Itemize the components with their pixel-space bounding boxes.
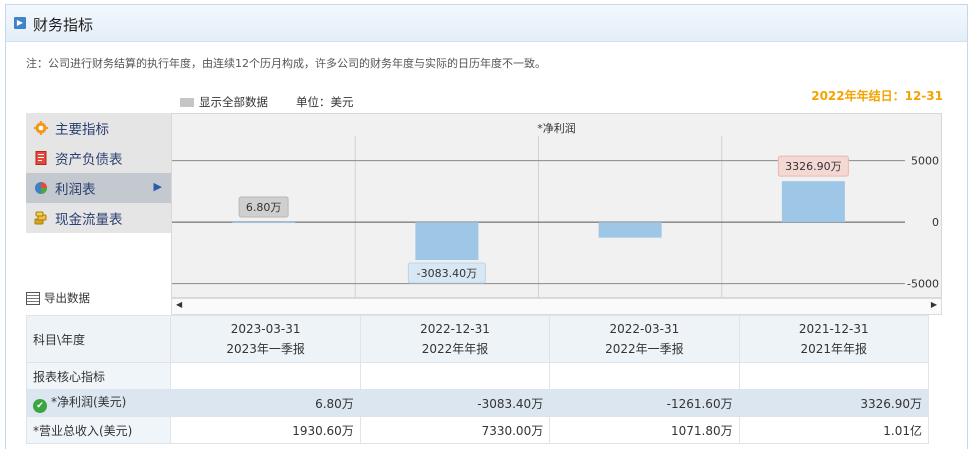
table-header-row: 科目\年度 2023-03-31 2023年一季报 2022-12-31 2022年… — [25, 315, 930, 363]
table-cell: -3083.40万 — [359, 389, 551, 417]
scroll-right-icon[interactable]: ▶ — [931, 300, 937, 309]
sidebar-item-label: 利润表 — [55, 182, 96, 198]
legend-box-icon — [180, 97, 194, 107]
period-type: 2022年年报 — [421, 342, 489, 356]
sidebar-item-income-statement[interactable]: 利润表 ▶ — [26, 173, 171, 203]
check-icon: ✔ — [33, 399, 47, 413]
row-label: *营业总收入(美元) — [25, 416, 172, 444]
chart-scrollbar[interactable]: ◀ ▶ — [171, 298, 942, 315]
data-bar — [781, 181, 845, 223]
pie-chart-icon — [34, 181, 48, 195]
y-tick-label: 5000 — [911, 155, 939, 168]
table-cell: 6.80万 — [170, 389, 361, 417]
empty-cell — [170, 362, 361, 390]
sidebar-item-cash-flow[interactable]: 现金流量表 — [26, 203, 171, 233]
sidebar-item-label: 现金流量表 — [55, 212, 123, 228]
table-section-row: 报表核心指标 — [25, 362, 930, 390]
sidebar-item-label: 主要指标 — [55, 122, 109, 138]
period-date: 2022-12-31 — [420, 322, 490, 336]
data-label: 6.80万 — [246, 201, 282, 214]
period-header: 2023-03-31 2023年一季报 — [170, 315, 361, 363]
period-header: 2021-12-31 2021年年报 — [738, 315, 930, 363]
show-all-data-toggle[interactable]: 显示全部数据 — [180, 94, 268, 110]
data-label: 3326.90万 — [785, 160, 842, 173]
period-header: 2022-03-31 2022年一季报 — [549, 315, 740, 363]
table-corner-header: 科目\年度 — [25, 315, 172, 363]
net-profit-chart: *净利润 5000 0 -5000 6.80万 -3083.40万 3326.90万 — [171, 113, 942, 299]
empty-cell — [738, 362, 930, 390]
table-cell: -1261.60万 — [549, 389, 740, 417]
chart-options: 显示全部数据 单位：美元 — [180, 94, 354, 110]
export-data-button[interactable]: 导出数据 — [26, 290, 90, 306]
y-tick-label: -5000 — [907, 278, 939, 291]
panel-header: ▶ 财务指标 — [6, 5, 967, 42]
row-label-text: *净利润(美元) — [51, 395, 127, 409]
data-bar — [415, 222, 479, 261]
fiscal-note: 注：公司进行财务结算的执行年度，由连续12个历月构成，许多公司的财务年度与实际的… — [26, 57, 546, 70]
table-cell: 1071.80万 — [549, 416, 740, 444]
fiscal-year-end: 2022年年结日：12-31 — [811, 89, 943, 103]
table-cell: 3326.90万 — [738, 389, 930, 417]
sidebar: 主要指标 资产负债表 利润表 ▶ 现金流量表 — [26, 113, 171, 233]
unit-label: 单位：美元 — [296, 95, 354, 109]
period-date: 2021-12-31 — [798, 322, 869, 336]
table-cell: 1930.60万 — [170, 416, 361, 444]
section-label: 报表核心指标 — [25, 362, 172, 390]
document-icon — [34, 151, 48, 165]
table-cell: 7330.00万 — [359, 416, 551, 444]
scroll-left-icon[interactable]: ◀ — [176, 300, 182, 309]
panel-title: 财务指标 — [33, 16, 94, 34]
data-bar — [232, 222, 296, 224]
spreadsheet-icon — [26, 291, 40, 305]
period-type: 2023年一季报 — [226, 342, 305, 356]
chevron-right-icon: ▶ — [153, 180, 162, 193]
row-label: ✔ *净利润(美元) — [25, 389, 172, 417]
chart-svg: 5000 0 -5000 6.80万 -3083.40万 3326.90万 — [172, 136, 939, 299]
table-cell: 1.01亿 — [738, 416, 930, 444]
collapse-arrow-icon[interactable]: ▶ — [14, 17, 26, 29]
export-data-label: 导出数据 — [44, 291, 90, 305]
coins-icon — [34, 211, 48, 225]
period-date: 2023-03-31 — [230, 322, 301, 336]
data-bar — [598, 222, 662, 238]
period-type: 2021年年报 — [800, 342, 868, 356]
table-row-net-profit[interactable]: ✔ *净利润(美元) 6.80万 -3083.40万 -1261.60万 3326… — [25, 389, 930, 417]
period-type: 2022年一季报 — [605, 342, 684, 356]
data-label: -3083.40万 — [417, 267, 477, 280]
show-all-data-label: 显示全部数据 — [199, 95, 268, 109]
empty-cell — [549, 362, 740, 390]
financial-table: 科目\年度 2023-03-31 2023年一季报 2022-12-31 2022年… — [25, 315, 930, 444]
period-date: 2022-03-31 — [609, 322, 680, 336]
y-tick-label: 0 — [932, 216, 939, 229]
sidebar-item-label: 资产负债表 — [55, 152, 123, 168]
empty-cell — [359, 362, 551, 390]
table-row-total-revenue[interactable]: *营业总收入(美元) 1930.60万 7330.00万 1071.80万 1.… — [25, 416, 930, 444]
sidebar-item-balance-sheet[interactable]: 资产负债表 — [26, 143, 171, 173]
sidebar-item-main-indicators[interactable]: 主要指标 — [26, 113, 171, 143]
gear-icon — [34, 121, 48, 135]
period-header: 2022-12-31 2022年年报 — [359, 315, 551, 363]
